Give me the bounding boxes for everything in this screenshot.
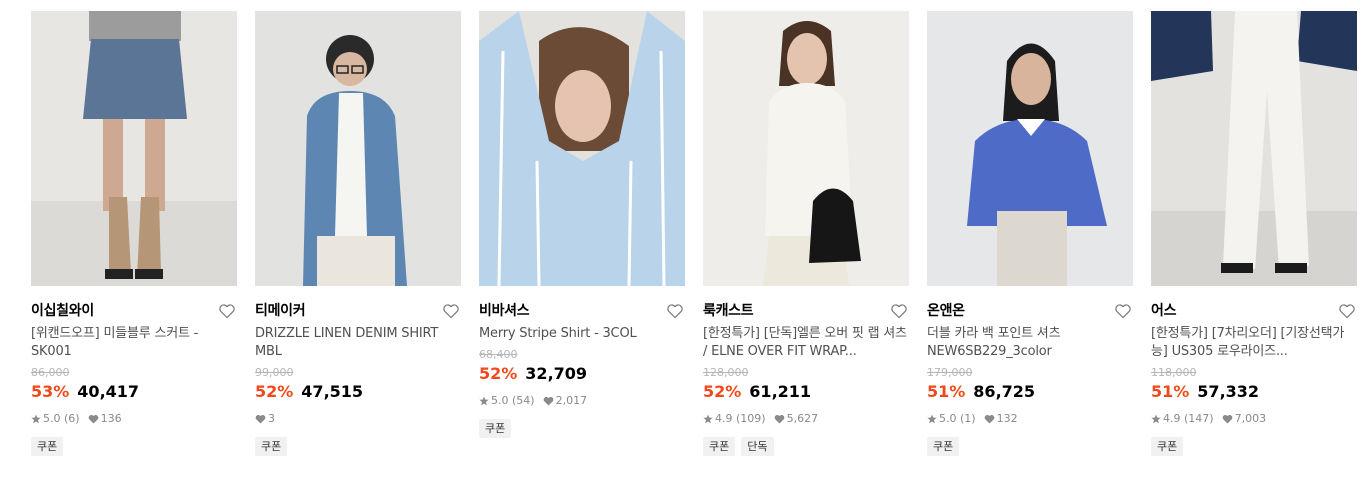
star-icon <box>927 414 937 424</box>
discount-rate: 52% <box>479 364 518 383</box>
star-icon <box>479 396 489 406</box>
product-name[interactable]: Merry Stripe Shirt - 3COL <box>479 325 685 343</box>
product-image[interactable] <box>31 11 237 286</box>
product-brand[interactable]: 비바셔스 <box>479 300 685 322</box>
product-name[interactable]: DRIZZLE LINEN DENIM SHIRT MBL <box>255 325 461 361</box>
discount-rate: 52% <box>703 382 742 401</box>
discount-rate: 53% <box>31 382 70 401</box>
product-card[interactable]: 티메이커 DRIZZLE LINEN DENIM SHIRT MBL 99,00… <box>255 11 461 456</box>
product-image[interactable] <box>479 11 685 286</box>
product-grid: 이십칠와이 [위캔드오프] 미들블루 스커트 - SK001 86,000 53… <box>0 0 1363 481</box>
product-brand[interactable]: 티메이커 <box>255 300 461 322</box>
rating: 5.0 (1) <box>939 412 976 425</box>
wishlist-heart-icon[interactable] <box>890 302 908 320</box>
like-count: 3 <box>268 412 275 425</box>
original-price: 128,000 <box>703 366 749 379</box>
product-name[interactable]: 더블 카라 백 포인트 셔츠 NEW6SB229_3color <box>927 325 1133 361</box>
rating: 4.9 (147) <box>1163 412 1214 425</box>
discount-rate: 51% <box>1151 382 1190 401</box>
product-card[interactable]: 비바셔스 Merry Stripe Shirt - 3COL 68,400 52… <box>479 11 685 438</box>
star-icon <box>1151 414 1161 424</box>
wishlist-heart-icon[interactable] <box>218 302 236 320</box>
product-name[interactable]: [한정특가] [단독]엘른 오버 핏 랩 셔츠 / ELNE OVER FIT … <box>703 325 909 361</box>
product-card[interactable]: 어스 [한정특가] [7차리오더] [기장선택가능] US305 로우라이즈..… <box>1151 11 1357 456</box>
like-count: 7,003 <box>1234 412 1267 425</box>
product-brand[interactable]: 온앤온 <box>927 300 1133 322</box>
coupon-badge: 쿠폰 <box>31 437 64 456</box>
like-count: 2,017 <box>555 394 588 407</box>
original-price: 179,000 <box>927 366 973 379</box>
star-icon <box>703 414 713 424</box>
original-price: 99,000 <box>255 366 294 379</box>
sale-price: 86,725 <box>973 382 1036 401</box>
sale-price: 57,332 <box>1197 382 1260 401</box>
like-heart-icon <box>774 415 784 424</box>
like-heart-icon <box>543 397 553 406</box>
coupon-badge: 쿠폰 <box>1151 437 1184 456</box>
wishlist-heart-icon[interactable] <box>1338 302 1356 320</box>
sale-price: 32,709 <box>525 364 588 383</box>
product-brand[interactable]: 이십칠와이 <box>31 300 237 322</box>
like-heart-icon <box>984 415 994 424</box>
wishlist-heart-icon[interactable] <box>442 302 460 320</box>
discount-rate: 52% <box>255 382 294 401</box>
product-image[interactable] <box>927 11 1133 286</box>
product-brand[interactable]: 어스 <box>1151 300 1357 322</box>
original-price: 118,000 <box>1151 366 1197 379</box>
product-image[interactable] <box>703 11 909 286</box>
product-name[interactable]: [위캔드오프] 미들블루 스커트 - SK001 <box>31 325 237 361</box>
rating: 5.0 (54) <box>491 394 535 407</box>
product-card[interactable]: 이십칠와이 [위캔드오프] 미들블루 스커트 - SK001 86,000 53… <box>31 11 237 456</box>
rating: 5.0 (6) <box>43 412 80 425</box>
star-icon <box>31 414 41 424</box>
exclusive-badge: 단독 <box>741 437 774 456</box>
product-card[interactable]: 룩캐스트 [한정특가] [단독]엘른 오버 핏 랩 셔츠 / ELNE OVER… <box>703 11 909 456</box>
like-heart-icon <box>88 415 98 424</box>
discount-rate: 51% <box>927 382 966 401</box>
original-price: 86,000 <box>31 366 70 379</box>
coupon-badge: 쿠폰 <box>927 437 960 456</box>
wishlist-heart-icon[interactable] <box>1114 302 1132 320</box>
sale-price: 61,211 <box>749 382 812 401</box>
coupon-badge: 쿠폰 <box>479 419 512 438</box>
like-heart-icon <box>1222 415 1232 424</box>
product-image[interactable] <box>1151 11 1357 286</box>
wishlist-heart-icon[interactable] <box>666 302 684 320</box>
original-price: 68,400 <box>479 348 518 361</box>
sale-price: 40,417 <box>77 382 140 401</box>
product-image[interactable] <box>255 11 461 286</box>
like-heart-icon <box>255 415 266 424</box>
product-brand[interactable]: 룩캐스트 <box>703 300 909 322</box>
rating: 4.9 (109) <box>715 412 766 425</box>
like-count: 132 <box>996 412 1018 425</box>
coupon-badge: 쿠폰 <box>255 437 288 456</box>
like-count: 136 <box>100 412 122 425</box>
product-card[interactable]: 온앤온 더블 카라 백 포인트 셔츠 NEW6SB229_3color 179,… <box>927 11 1133 456</box>
sale-price: 47,515 <box>301 382 364 401</box>
coupon-badge: 쿠폰 <box>703 437 736 456</box>
product-name[interactable]: [한정특가] [7차리오더] [기장선택가능] US305 로우라이즈... <box>1151 325 1357 361</box>
like-count: 5,627 <box>786 412 819 425</box>
